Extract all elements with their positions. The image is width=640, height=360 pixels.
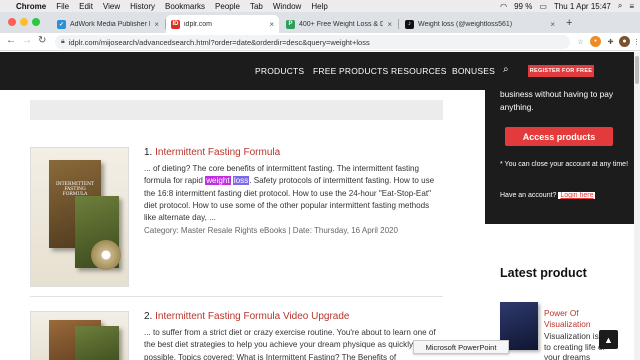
result-number: 1. <box>144 147 153 158</box>
minimize-window-button[interactable] <box>20 18 28 26</box>
tab-separator <box>398 19 399 29</box>
product-cover-image[interactable]: INTERMITTENT FASTING FORMULA <box>30 147 129 287</box>
menu-status-area: ◠ 99 % ▭ Thu 1 Apr 15:47 ⌕ ≡ <box>500 0 634 12</box>
login-link[interactable]: Login here <box>558 192 596 199</box>
menu-app-name[interactable]: Chrome <box>16 2 46 11</box>
result-divider <box>30 296 443 297</box>
tab-title: AdWork Media Publisher Dashb <box>70 20 150 28</box>
result-link[interactable]: Intermittent Fasting Formula <box>155 147 280 158</box>
ebook-cover-secondary <box>75 326 119 360</box>
nav-bonuses[interactable]: BONUSES <box>452 66 495 76</box>
tab-weight-loss-diet[interactable]: P 400+ Free Weight Loss & Diet × <box>281 15 397 33</box>
browser-tab-strip: ✓ AdWork Media Publisher Dashb × ID idpl… <box>0 12 640 33</box>
clock[interactable]: Thu 1 Apr 15:47 <box>554 2 611 11</box>
product-cover-image[interactable] <box>30 311 129 360</box>
address-bar[interactable]: 🔒︎ idplr.com/mijosearch/advancedsearch.h… <box>55 35 570 49</box>
bookmark-star-icon[interactable]: ☆ <box>575 36 586 47</box>
browser-toolbar: ← → ↻ 🔒︎ idplr.com/mijosearch/advancedse… <box>0 33 640 51</box>
result-link[interactable]: Intermittent Fasting Formula Video Upgra… <box>155 311 349 322</box>
forward-arrow-icon[interactable]: → <box>22 35 32 46</box>
menu-help[interactable]: Help <box>311 2 327 11</box>
page-scrollbar[interactable] <box>634 52 640 360</box>
result-excerpt: ... to suffer from a strict diet or craz… <box>144 328 436 360</box>
highlight-weight: weight <box>205 176 231 186</box>
result-number: 2. <box>144 311 153 322</box>
reload-icon[interactable]: ↻ <box>38 35 46 46</box>
wifi-icon[interactable]: ◠ <box>500 2 507 11</box>
latest-product-title[interactable]: Power Of Visualization <box>544 308 616 329</box>
nav-free-products[interactable]: FREE PRODUCTS <box>313 66 388 76</box>
nav-products[interactable]: PRODUCTS <box>255 66 304 76</box>
dock-tooltip: Microsoft PowerPoint <box>413 340 509 354</box>
sidebar-note: * You can close your account at any time… <box>500 161 629 168</box>
idplr-favicon: ID <box>171 19 180 29</box>
extension-icon[interactable]: • <box>590 36 601 47</box>
access-products-button[interactable]: Access products <box>505 127 613 146</box>
back-arrow-icon[interactable]: ← <box>6 35 16 46</box>
latest-product-heading: Latest product <box>500 266 587 280</box>
tab-title: idplr.com <box>184 20 213 28</box>
plr-favicon: P <box>286 19 295 29</box>
nav-resources[interactable]: RESOURCES <box>391 66 447 76</box>
scroll-to-top-button[interactable]: ▲ <box>599 330 618 349</box>
tiktok-favicon: ♪ <box>405 19 414 29</box>
search-result: INTERMITTENT FASTING FORMULA 1. Intermit… <box>30 147 443 287</box>
menu-edit[interactable]: Edit <box>79 2 93 11</box>
menu-view[interactable]: View <box>103 2 120 11</box>
page-content: INTERMITTENT FASTING FORMULA 1. Intermit… <box>0 90 640 360</box>
menu-window[interactable]: Window <box>273 2 301 11</box>
tab-idplr[interactable]: ID idplr.com × <box>166 15 279 33</box>
lock-icon[interactable]: 🔒︎ <box>61 38 65 46</box>
cd-disc <box>91 240 121 270</box>
tab-title: Weight loss (@weightloss561) <box>418 20 513 28</box>
signup-sidebar-box: business without having to pay anything.… <box>485 90 640 224</box>
search-bar-area <box>30 100 443 120</box>
menu-history[interactable]: History <box>130 2 155 11</box>
result-meta: Category: Master Resale Rights eBooks | … <box>144 226 398 235</box>
search-icon[interactable]: ⌕ <box>503 64 509 75</box>
close-window-button[interactable] <box>8 18 16 26</box>
account-prompt: Have an account? Login here <box>500 192 596 199</box>
zoom-window-button[interactable] <box>32 18 40 26</box>
result-title: 2. Intermittent Fasting Formula Video Up… <box>144 311 349 322</box>
tab-title: 400+ Free Weight Loss & Diet <box>299 20 384 28</box>
profile-avatar[interactable]: ● <box>619 36 630 47</box>
new-tab-button[interactable]: + <box>566 17 572 29</box>
tab-adwork[interactable]: ✓ AdWork Media Publisher Dashb × <box>52 15 164 33</box>
adwork-favicon: ✓ <box>57 19 66 29</box>
tab-weightloss-tiktok[interactable]: ♪ Weight loss (@weightloss561) × <box>400 15 560 33</box>
control-center-icon[interactable]: ≡ <box>629 2 634 11</box>
search-result: 2. Intermittent Fasting Formula Video Up… <box>30 311 443 360</box>
menu-kebab-icon[interactable]: ⋮ <box>631 36 640 47</box>
battery-percent[interactable]: 99 % <box>514 2 532 11</box>
close-tab-icon[interactable]: × <box>269 20 274 29</box>
extensions-puzzle-icon[interactable]: ✚ <box>605 36 616 47</box>
url-text: idplr.com/mijosearch/advancedsearch.html… <box>68 37 370 47</box>
menu-tab[interactable]: Tab <box>250 2 263 11</box>
account-prompt-text: Have an account? <box>500 192 557 199</box>
site-header: PRODUCTS FREE PRODUCTS RESOURCES BONUSES… <box>0 52 640 90</box>
result-title: 1. Intermittent Fasting Formula <box>144 147 280 158</box>
highlight-loss: loss <box>232 176 250 186</box>
menu-people[interactable]: People <box>215 2 240 11</box>
sidebar-intro: business without having to pay anything. <box>500 90 614 112</box>
menu-bookmarks[interactable]: Bookmarks <box>165 2 205 11</box>
spotlight-icon[interactable]: ⌕ <box>618 1 622 11</box>
register-button[interactable]: REGISTER FOR FREE <box>528 65 594 77</box>
menu-file[interactable]: File <box>56 2 69 11</box>
battery-icon[interactable]: ▭ <box>539 2 547 11</box>
result-excerpt: ... of dieting? The core benefits of int… <box>144 163 443 224</box>
cover-title: INTERMITTENT FASTING FORMULA <box>55 182 95 197</box>
scrollbar-thumb[interactable] <box>635 56 639 84</box>
close-tab-icon[interactable]: × <box>550 20 555 29</box>
close-tab-icon[interactable]: × <box>387 20 392 29</box>
macos-menu-bar: Chrome File Edit View History Bookmarks … <box>0 0 640 12</box>
close-tab-icon[interactable]: × <box>154 20 159 29</box>
